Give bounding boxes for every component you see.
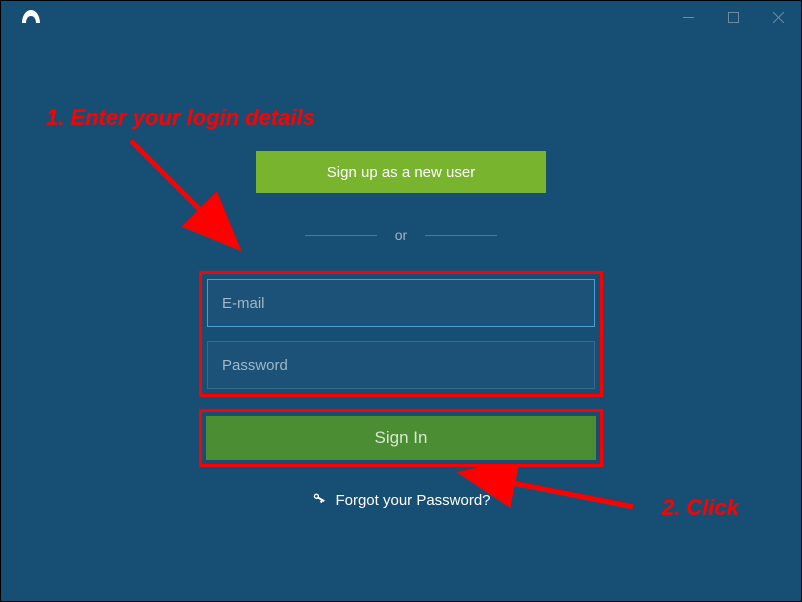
divider-text: or [395, 227, 407, 243]
signup-button[interactable]: Sign up as a new user [256, 151, 546, 193]
app-logo-icon [19, 7, 43, 36]
login-fields-highlight [199, 271, 603, 397]
signin-highlight: Sign In [199, 409, 603, 467]
maximize-button[interactable] [711, 2, 756, 32]
login-panel: Sign up as a new user or Sign In Forgot … [199, 151, 603, 510]
annotation-step1: 1. Enter your login details [46, 105, 315, 131]
divider-line-right [425, 235, 497, 236]
signin-button[interactable]: Sign In [206, 416, 596, 460]
annotation-step2: 2. Click [662, 495, 739, 521]
email-field[interactable] [207, 279, 595, 327]
forgot-password-link[interactable]: Forgot your Password? [311, 491, 490, 510]
window-controls [666, 1, 801, 33]
password-field[interactable] [207, 341, 595, 389]
divider: or [305, 227, 497, 243]
forgot-password-label: Forgot your Password? [335, 492, 490, 509]
divider-line-left [305, 235, 377, 236]
close-button[interactable] [756, 2, 801, 32]
key-icon [309, 489, 329, 511]
minimize-button[interactable] [666, 2, 711, 32]
